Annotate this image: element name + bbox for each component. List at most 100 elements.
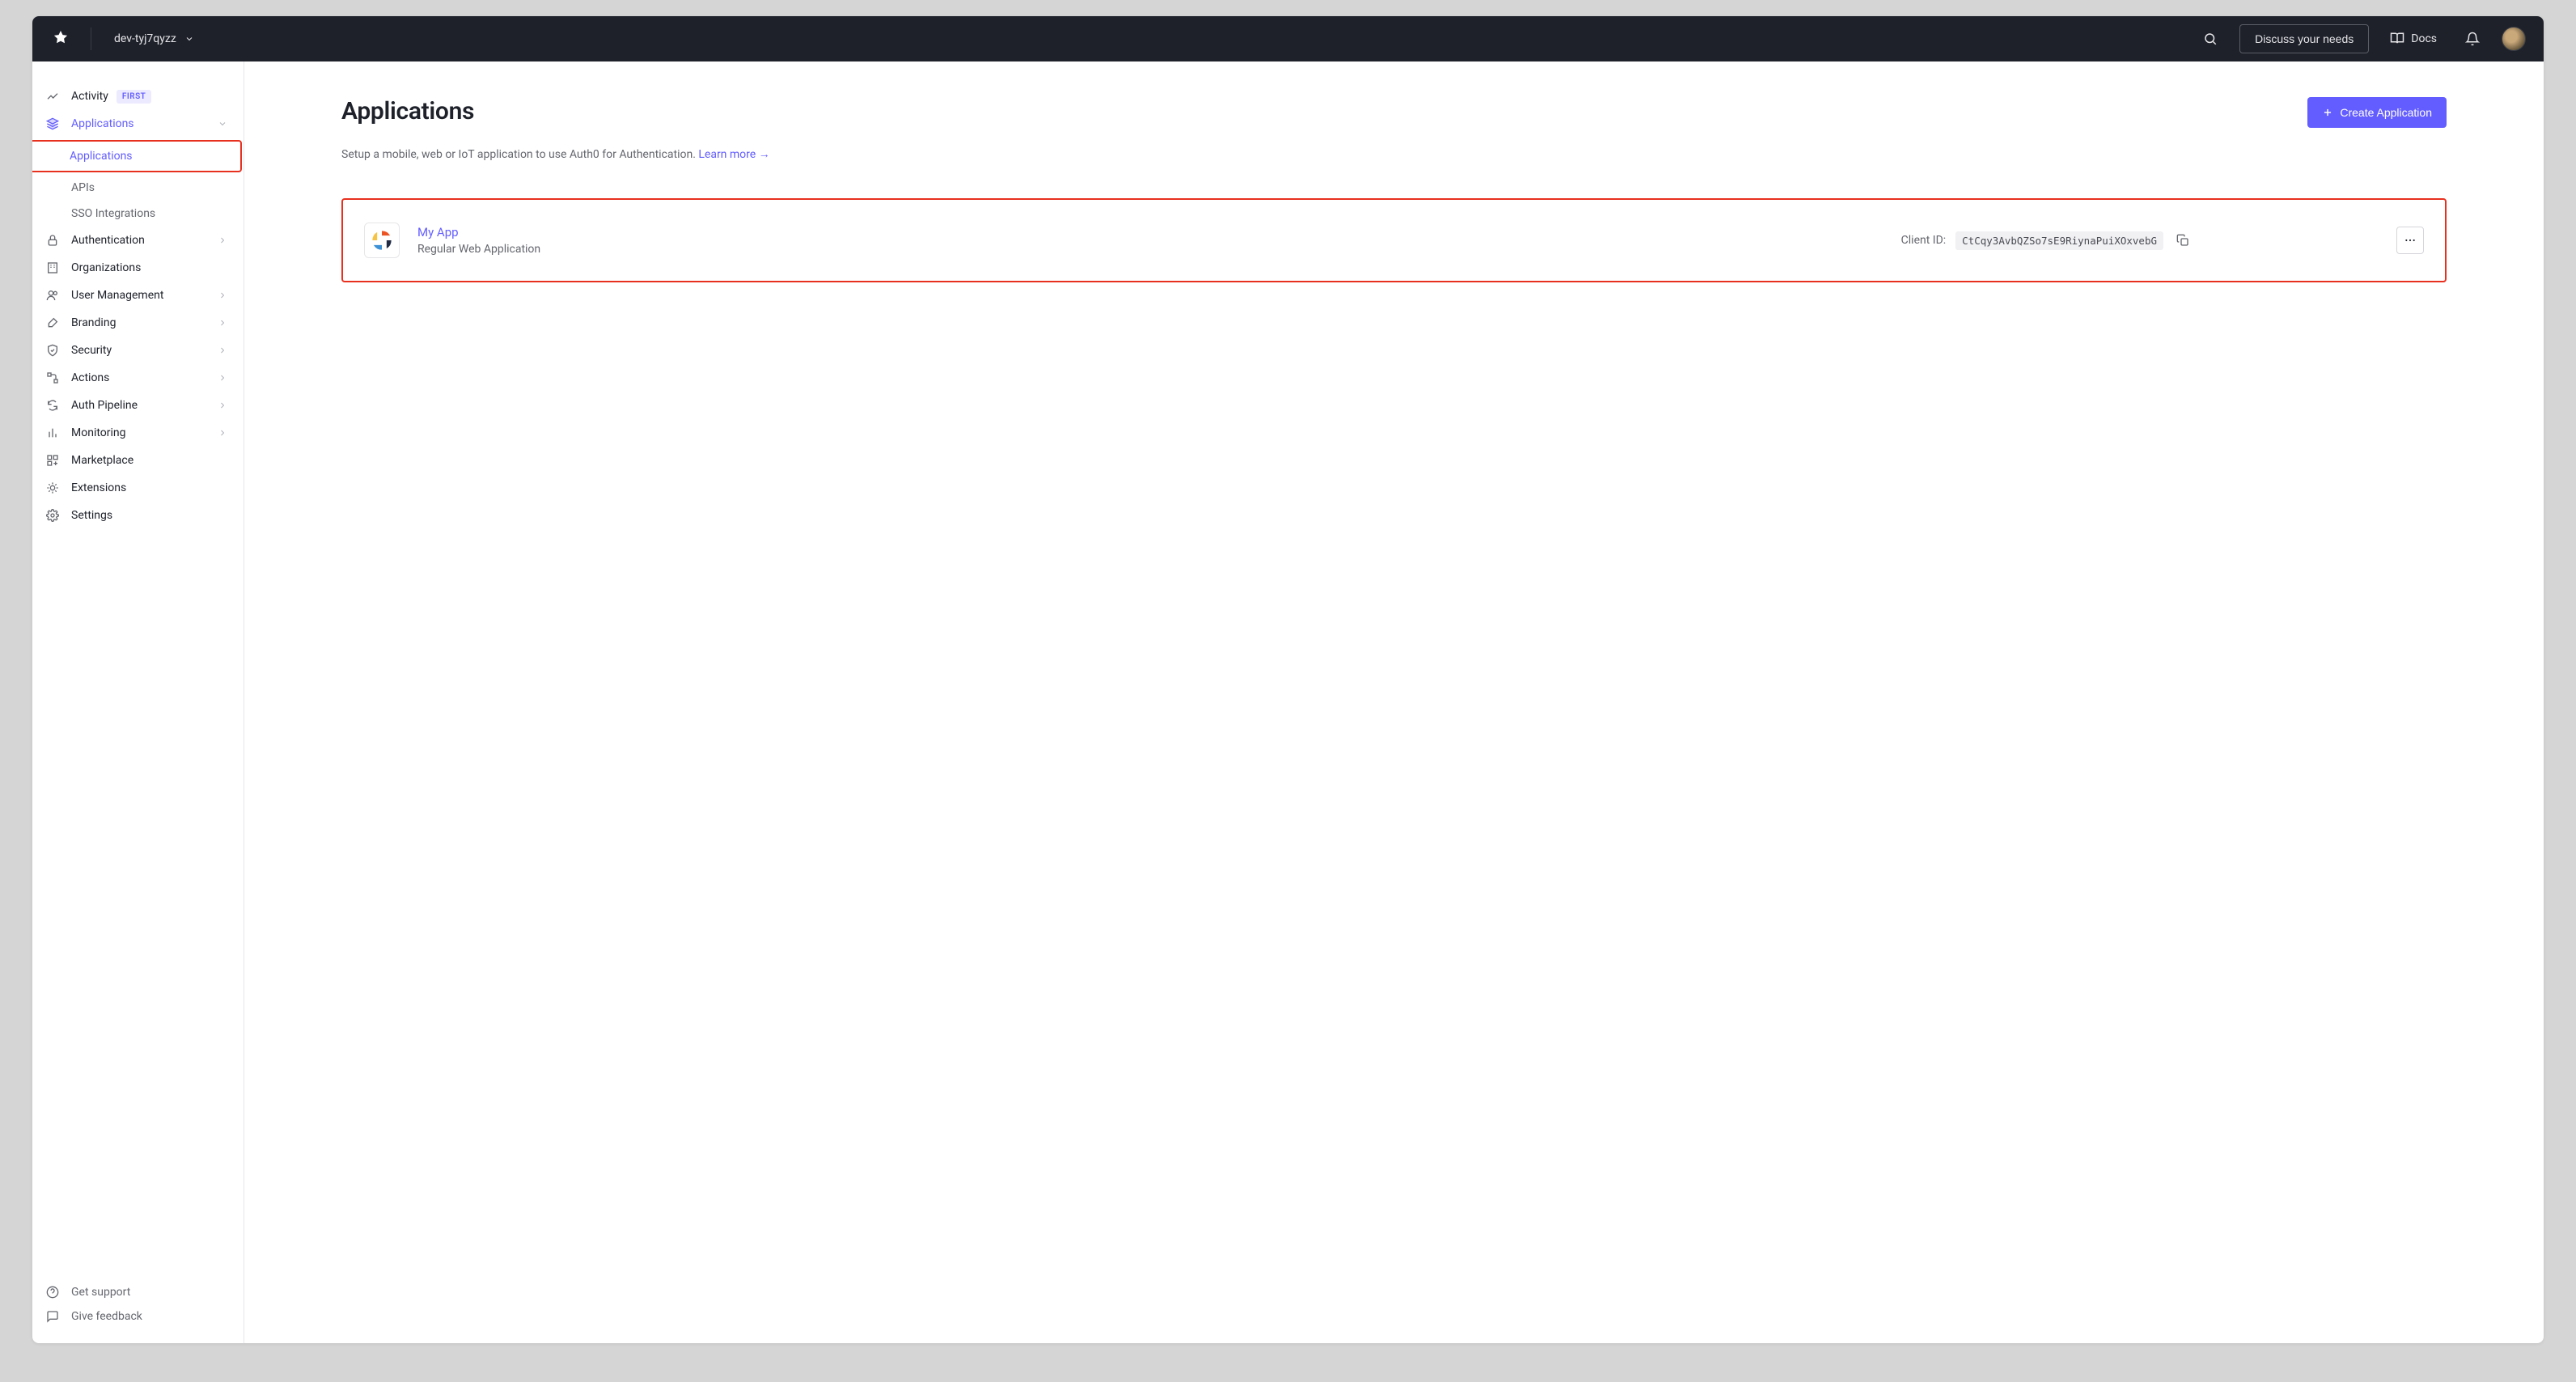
sidebar-item-label: Organizations [71,261,141,274]
chevron-down-icon [184,34,194,44]
building-icon [45,261,60,275]
tenant-name: dev-tyj7qyzz [114,32,176,45]
book-icon [2390,32,2404,46]
chevron-right-icon [218,401,229,410]
page-title: Applications [341,97,474,125]
bar-chart-icon [45,426,60,440]
page-description-text: Setup a mobile, web or IoT application t… [341,148,698,161]
sidebar-item-marketplace[interactable]: Marketplace [32,447,244,474]
footer-item-label: Give feedback [71,1310,142,1323]
sidebar-item-authentication[interactable]: Authentication [32,227,244,254]
sidebar-item-label: Extensions [71,481,126,494]
sidebar-sub-label: SSO Integrations [71,207,155,220]
chevron-down-icon [218,119,229,129]
puzzle-icon [45,481,60,495]
sidebar-item-label: Marketplace [71,454,133,467]
sidebar-item-label: Authentication [71,234,145,247]
sidebar-item-label: Applications [71,117,134,130]
highlight-applications-sub: Applications [32,140,242,172]
app-icon [364,223,400,258]
sidebar-item-label: Activity [71,90,108,103]
app-body: Activity FIRST Applications Applications [32,61,2544,1343]
app-name-block: My App Regular Web Application [417,225,628,256]
sidebar-sub-applications[interactable]: Applications [32,143,240,169]
chevron-right-icon [218,235,229,245]
sidebar-item-label: Branding [71,316,116,329]
search-icon [2203,32,2218,46]
sidebar-item-branding[interactable]: Branding [32,309,244,337]
sidebar-item-settings[interactable]: Settings [32,502,244,529]
lock-icon [45,233,60,248]
bell-icon [2465,32,2480,46]
pipeline-icon [45,398,60,413]
create-application-label: Create Application [2340,106,2432,119]
client-id-value: CtCqy3AvbQZSo7sE9RiynaPuiXOxvebG [1955,231,2163,250]
sidebar-item-actions[interactable]: Actions [32,364,244,392]
copy-client-id-button[interactable] [2173,231,2193,250]
tenant-switcher[interactable]: dev-tyj7qyzz [111,28,197,50]
auth0-logo[interactable] [50,28,71,49]
sidebar-item-label: Actions [71,371,109,384]
sidebar-item-monitoring[interactable]: Monitoring [32,419,244,447]
client-id-block: Client ID: CtCqy3AvbQZSo7sE9RiynaPuiXOxv… [1901,231,2193,250]
app-name-link[interactable]: My App [417,225,628,240]
shield-icon [45,343,60,358]
application-row: My App Regular Web Application Client ID… [341,198,2447,282]
sidebar-footer: Get support Give feedback [32,1280,244,1343]
chevron-right-icon [218,290,229,300]
sidebar-sub-sso-integrations[interactable]: SSO Integrations [32,201,244,227]
layers-icon [45,117,60,131]
app-more-button[interactable] [2396,227,2424,254]
client-id-label: Client ID: [1901,234,1947,247]
badge-first: FIRST [117,90,151,104]
sidebar-sub-apis[interactable]: APIs [32,175,244,201]
sidebar-item-label: User Management [71,289,163,302]
topbar: dev-tyj7qyzz Discuss your needs Docs [32,16,2544,61]
sidebar-item-security[interactable]: Security [32,337,244,364]
help-circle-icon [45,1285,60,1299]
chevron-right-icon [218,346,229,355]
sidebar-item-user-management[interactable]: User Management [32,282,244,309]
grid-add-icon [45,453,60,468]
sidebar-item-label: Security [71,344,112,357]
user-avatar[interactable] [2502,27,2526,51]
docs-label: Docs [2411,32,2437,45]
sidebar: Activity FIRST Applications Applications [32,61,244,1343]
arrow-right-icon: → [759,148,770,161]
sidebar-item-extensions[interactable]: Extensions [32,474,244,502]
sidebar-item-auth-pipeline[interactable]: Auth Pipeline [32,392,244,419]
flow-icon [45,371,60,385]
sidebar-item-applications[interactable]: Applications [32,110,244,138]
chevron-right-icon [218,428,229,438]
gear-icon [45,508,60,523]
footer-give-feedback[interactable]: Give feedback [32,1304,244,1329]
page-header: Applications Create Application [341,97,2447,128]
users-icon [45,288,60,303]
notifications-button[interactable] [2458,24,2487,53]
docs-link[interactable]: Docs [2383,27,2443,51]
copy-icon [2176,234,2189,247]
sidebar-item-label: Settings [71,509,112,522]
discuss-needs-button[interactable]: Discuss your needs [2239,24,2369,53]
applications-list: My App Regular Web Application Client ID… [341,198,2447,282]
chevron-right-icon [218,373,229,383]
nav-list: Activity FIRST Applications Applications [32,83,244,1280]
app-type: Regular Web Application [417,243,628,256]
sidebar-item-activity[interactable]: Activity FIRST [32,83,244,110]
learn-more-link[interactable]: Learn more → [698,148,769,161]
search-button[interactable] [2196,24,2225,53]
footer-get-support[interactable]: Get support [32,1280,244,1304]
sidebar-sub-label: Applications [70,150,133,163]
sidebar-item-label: Auth Pipeline [71,399,138,412]
more-horizontal-icon [2404,234,2417,247]
create-application-button[interactable]: Create Application [2307,97,2447,128]
main-content: Applications Create Application Setup a … [244,61,2544,1343]
sidebar-item-label: Monitoring [71,426,126,439]
sidebar-item-organizations[interactable]: Organizations [32,254,244,282]
app-frame: dev-tyj7qyzz Discuss your needs Docs [32,16,2544,1343]
page-description: Setup a mobile, web or IoT application t… [341,147,2447,161]
footer-item-label: Get support [71,1286,130,1299]
plus-icon [2322,107,2333,118]
learn-more-label: Learn more [698,148,756,161]
message-icon [45,1309,60,1324]
